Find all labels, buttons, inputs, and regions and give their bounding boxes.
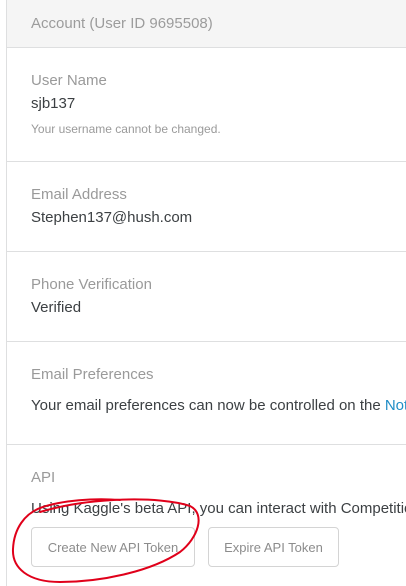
api-section: API Using Kaggle's beta API, you can int… xyxy=(7,445,406,586)
api-description: Using Kaggle's beta API, you can interac… xyxy=(31,500,406,517)
email-value: Stephen137@hush.com xyxy=(31,209,193,226)
notifications-link[interactable]: Not xyxy=(385,397,406,414)
email-preferences-section: Email Preferences Your email preferences… xyxy=(7,342,406,445)
email-label: Email Address xyxy=(31,186,127,203)
api-label: API xyxy=(31,469,56,486)
email-preferences-text: Your email preferences can now be contro… xyxy=(31,397,406,414)
expire-api-token-button[interactable]: Expire API Token xyxy=(208,527,339,567)
account-header-title: Account (User ID 9695508) xyxy=(31,15,213,32)
email-preferences-label: Email Preferences xyxy=(31,366,154,383)
email-section: Email Address Stephen137@hush.com xyxy=(7,162,406,252)
phone-value: Verified xyxy=(31,299,82,316)
create-api-token-button[interactable]: Create New API Token xyxy=(31,527,195,567)
email-preferences-description: Your email preferences can now be contro… xyxy=(31,397,385,414)
username-value: sjb137 xyxy=(31,95,76,112)
account-settings-panel: Account (User ID 9695508) User Name sjb1… xyxy=(6,0,406,586)
account-header: Account (User ID 9695508) xyxy=(7,0,406,48)
phone-section: Phone Verification Verified xyxy=(7,252,406,342)
username-hint: Your username cannot be changed. xyxy=(31,122,221,136)
username-section: User Name sjb137 Your username cannot be… xyxy=(7,48,406,162)
phone-label: Phone Verification xyxy=(31,276,152,293)
username-label: User Name xyxy=(31,72,107,89)
